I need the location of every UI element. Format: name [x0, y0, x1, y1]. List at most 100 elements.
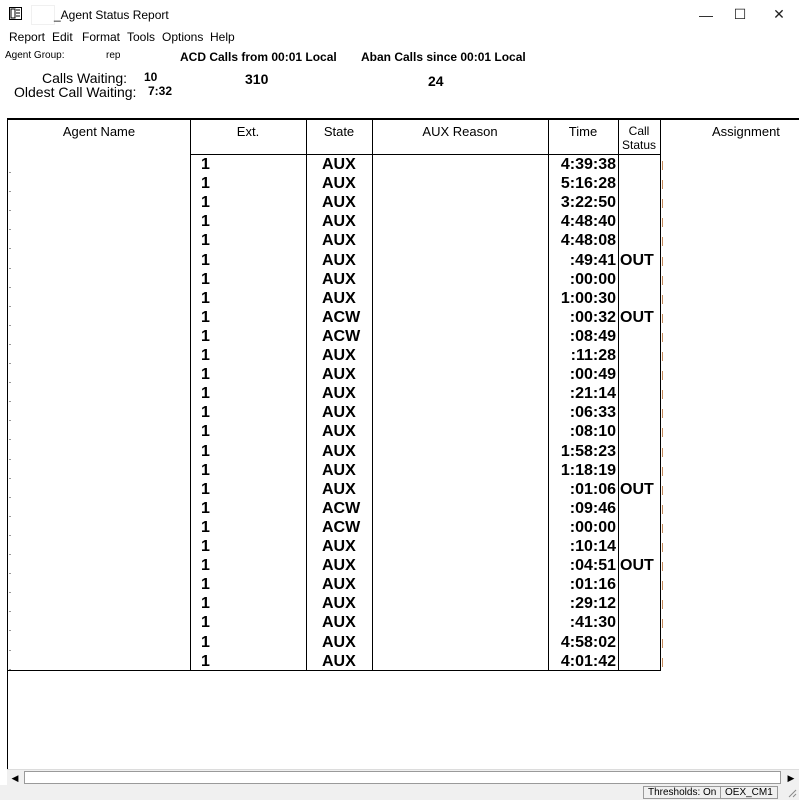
time-cell: :09:46	[569, 500, 616, 517]
table-row[interactable]: 1 AUX 1:00:30	[8, 290, 799, 309]
table-row[interactable]: 1 AUX:04:51 OUT	[8, 557, 799, 576]
table-row[interactable]: 1 AUX 4:39:38	[8, 156, 799, 175]
ext-cell: 1	[201, 519, 210, 536]
table-row[interactable]: 1 AUX:49:41 OUT	[8, 252, 799, 271]
table-row[interactable]: 1 ACW :00:00	[8, 519, 799, 538]
agent-status-grid[interactable]: Agent Name Ext. State AUX Reason Time Ca…	[7, 118, 799, 769]
time-cell: 3:22:50	[560, 194, 616, 211]
scroll-thumb[interactable]	[24, 771, 781, 784]
table-row[interactable]: 1 AUX:10:14	[8, 538, 799, 557]
scroll-right-arrow-icon[interactable]: ▶	[783, 770, 799, 786]
ext-cell: 1	[201, 653, 210, 670]
row-marker	[9, 420, 11, 421]
table-row[interactable]: 1 AUX 3:22:50	[8, 194, 799, 213]
close-button[interactable]: ✕	[756, 0, 799, 29]
menu-tools[interactable]: Tools	[127, 30, 155, 44]
time-cell: 1:58:23	[560, 443, 616, 460]
menu-format[interactable]: Format	[82, 30, 120, 44]
call-status-line2: Status	[621, 138, 657, 152]
ext-cell: 1	[201, 385, 210, 402]
table-row[interactable]: 1 AUX:00:00	[8, 271, 799, 290]
time-cell: :08:10	[569, 423, 616, 440]
agent-group-value: rep	[106, 50, 121, 61]
state-cell: AUX	[322, 175, 356, 192]
time-cell: :41:30	[569, 614, 616, 631]
state-cell: AUX	[322, 194, 356, 211]
acd-calls-label: ACD Calls from 00:01 Local	[180, 50, 337, 64]
state-cell: AUX	[322, 423, 356, 440]
time-cell: :00:49	[569, 366, 616, 383]
menu-report[interactable]: Report	[9, 30, 45, 44]
aban-calls-label: Aban Calls since 00:01 Local	[361, 50, 526, 64]
table-row[interactable]: 1 ACW:00:32 OUT	[8, 309, 799, 328]
state-cell: AUX	[322, 213, 356, 230]
report-app-icon	[9, 7, 22, 20]
menu-help[interactable]: Help	[210, 30, 235, 44]
time-cell: :21:14	[569, 385, 616, 402]
time-cell: 4:48:08	[560, 232, 616, 249]
horizontal-scrollbar[interactable]: ◀ ▶	[7, 769, 799, 786]
assignment-marker	[662, 581, 663, 590]
table-row[interactable]: 1 AUX 4:48:40	[8, 213, 799, 232]
state-cell: AUX	[322, 347, 356, 364]
table-row[interactable]: 1 AUX:41:30	[8, 614, 799, 633]
col-header-state[interactable]: State	[306, 124, 372, 139]
row-marker	[9, 268, 11, 269]
col-header-aux-reason[interactable]: AUX Reason	[372, 124, 548, 139]
title-bar[interactable]: _Agent Status Report — ☐ ✕	[0, 0, 799, 29]
call-status-line1: Call	[628, 124, 650, 138]
call-status-cell: OUT	[620, 309, 654, 326]
table-row[interactable]: 1 AUX 5:16:28	[8, 175, 799, 194]
row-marker	[9, 325, 11, 326]
state-cell: ACW	[322, 500, 361, 517]
ext-cell: 1	[201, 404, 210, 421]
table-row[interactable]: 1 AUX:01:16	[8, 576, 799, 595]
time-cell: :00:00	[569, 271, 616, 288]
col-header-ext[interactable]: Ext.	[190, 124, 306, 139]
assignment-marker	[662, 486, 663, 495]
assignment-marker	[662, 467, 663, 476]
ext-cell: 1	[201, 423, 210, 440]
assignment-marker	[662, 600, 663, 609]
scroll-left-arrow-icon[interactable]: ◀	[7, 770, 23, 786]
time-cell: :00:00	[569, 519, 616, 536]
col-header-time[interactable]: Time	[548, 124, 618, 139]
row-marker	[9, 401, 11, 402]
col-header-agent-name[interactable]: Agent Name	[8, 124, 190, 139]
table-row[interactable]: 1 AUX:01:06 OUT	[8, 481, 799, 500]
state-cell: AUX	[322, 634, 356, 651]
table-row[interactable]: 1 AUX:11:28	[8, 347, 799, 366]
table-row[interactable]: 1 AUX:21:14	[8, 385, 799, 404]
assignment-marker	[662, 371, 663, 380]
ext-cell: 1	[201, 576, 210, 593]
col-header-assignment[interactable]: Assignment	[712, 124, 799, 139]
state-cell: ACW	[322, 309, 361, 326]
assignment-marker	[662, 505, 663, 514]
table-row[interactable]: 1 ACW:08:49	[8, 328, 799, 347]
table-row[interactable]: 1 AUX:00:49	[8, 366, 799, 385]
table-row[interactable]: 1 AUX 1:58:23	[8, 443, 799, 462]
table-row[interactable]: 1 AUX 4:48:08	[8, 232, 799, 251]
row-marker	[9, 592, 11, 593]
time-cell: :29:12	[569, 595, 616, 612]
ext-cell: 1	[201, 538, 210, 555]
table-row[interactable]: 1 AUX:06:33	[8, 404, 799, 423]
row-marker	[9, 229, 11, 230]
menu-edit[interactable]: Edit	[52, 30, 73, 44]
col-header-call-status[interactable]: Call Status	[618, 124, 660, 152]
table-row[interactable]: 1 AUX :08:10	[8, 423, 799, 442]
table-row[interactable]: 1 AUX 1:18:19	[8, 462, 799, 481]
row-marker	[9, 382, 11, 383]
ext-cell: 1	[201, 443, 210, 460]
table-row[interactable]: 1 AUX 4:01:42	[8, 653, 799, 672]
title-redaction	[31, 5, 55, 25]
state-cell: ACW	[322, 519, 361, 536]
assignment-marker	[662, 562, 663, 571]
table-row[interactable]: 1 AUX:29:12	[8, 595, 799, 614]
table-row[interactable]: 1 AUX 4:58:02	[8, 634, 799, 653]
state-cell: AUX	[322, 538, 356, 555]
row-marker	[9, 191, 11, 192]
menu-options[interactable]: Options	[162, 30, 203, 44]
resize-grip-icon[interactable]	[787, 788, 797, 798]
table-row[interactable]: 1 ACW:09:46	[8, 500, 799, 519]
